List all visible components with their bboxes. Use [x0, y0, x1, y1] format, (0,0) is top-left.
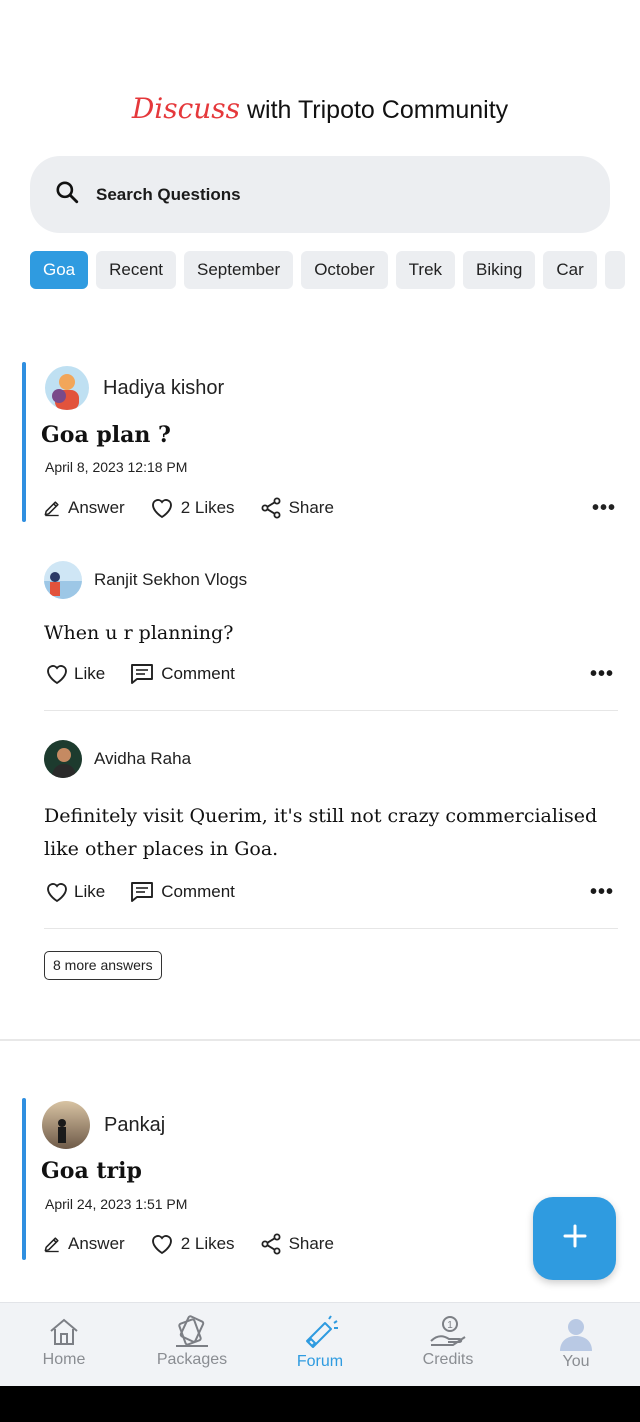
- search-input[interactable]: Search Questions: [96, 185, 241, 205]
- comment-button[interactable]: Comment: [129, 880, 235, 904]
- heart-icon: [47, 665, 67, 685]
- avatar[interactable]: [45, 366, 89, 410]
- answer-label: Answer: [68, 1234, 125, 1253]
- add-question-button[interactable]: [533, 1197, 616, 1280]
- author-name[interactable]: Pankaj: [104, 1114, 165, 1137]
- answer-item: Avidha Raha Definitely visit Querim, it'…: [44, 740, 618, 929]
- comment-label: Comment: [161, 882, 235, 901]
- author-name: Ranjit Sekhon Vlogs: [94, 570, 248, 589]
- answer-author[interactable]: Avidha Raha: [44, 740, 618, 778]
- share-icon: [261, 497, 281, 519]
- question-card[interactable]: Pankaj Goa trip April 24, 2023 1:51 PM A…: [22, 1098, 622, 1268]
- question-date: April 24, 2023 1:51 PM: [45, 1196, 188, 1212]
- chip-trek[interactable]: Trek: [395, 251, 456, 289]
- svg-text:1: 1: [447, 1320, 453, 1331]
- title-script-word: Discuss: [131, 92, 241, 125]
- comment-label: Comment: [161, 664, 235, 683]
- share-button[interactable]: Share: [259, 1232, 334, 1256]
- home-icon: [50, 1318, 78, 1345]
- heart-icon: [151, 1235, 172, 1255]
- question-actions: Answer 2 Likes Share •••: [42, 496, 622, 520]
- nav-label: Forum: [296, 1353, 344, 1370]
- answer-actions: Like Comment •••: [44, 880, 618, 904]
- more-answers-button[interactable]: 8 more answers: [44, 951, 162, 980]
- nav-packages[interactable]: Packages: [128, 1303, 256, 1386]
- more-options-icon[interactable]: •••: [590, 881, 614, 904]
- like-button[interactable]: Like: [44, 880, 105, 904]
- answer-actions: Like Comment •••: [44, 662, 618, 686]
- chip-car[interactable]: Car: [543, 251, 597, 289]
- comment-icon: [131, 664, 154, 684]
- nav-home[interactable]: Home: [0, 1303, 128, 1386]
- divider: [44, 928, 618, 929]
- answer-button[interactable]: Answer: [42, 1234, 125, 1254]
- user-icon: [560, 1319, 592, 1351]
- section-divider: [0, 1039, 640, 1041]
- answer-button[interactable]: Answer: [42, 498, 125, 518]
- nav-you[interactable]: You: [512, 1303, 640, 1386]
- question-author[interactable]: Pankaj: [42, 1101, 165, 1149]
- answer-text: When u r planning?: [44, 622, 234, 644]
- question-title[interactable]: Goa trip: [41, 1158, 142, 1184]
- page-title: Discuss with Tripoto Community: [0, 92, 640, 125]
- likes-label: 2 Likes: [180, 1234, 235, 1253]
- title-rest: with Tripoto Community: [240, 96, 509, 124]
- likes-button[interactable]: 2 Likes: [149, 1232, 235, 1256]
- answer-item: Ranjit Sekhon Vlogs When u r planning? L…: [44, 561, 618, 711]
- author-name: Avidha Raha: [94, 749, 192, 768]
- search-icon: [54, 179, 80, 210]
- plus-icon: [562, 1223, 588, 1254]
- chip-october[interactable]: October: [301, 251, 388, 289]
- question-author[interactable]: Hadiya kishor: [45, 366, 224, 410]
- chip-recent[interactable]: Recent: [96, 251, 177, 289]
- chip-goa[interactable]: Goa: [30, 251, 89, 289]
- avatar[interactable]: [44, 740, 82, 778]
- divider: [44, 710, 618, 711]
- question-actions: Answer 2 Likes Share: [42, 1232, 542, 1256]
- question-accent-bar: [22, 1098, 26, 1260]
- share-icon: [261, 1233, 281, 1255]
- author-name[interactable]: Hadiya kishor: [103, 377, 224, 400]
- pencil-icon: [44, 1237, 59, 1253]
- question-date: April 8, 2023 12:18 PM: [45, 459, 188, 475]
- chip-biking[interactable]: Biking: [463, 251, 536, 289]
- likes-button[interactable]: 2 Likes: [149, 496, 235, 520]
- share-label: Share: [288, 1234, 334, 1253]
- pencil-icon: [44, 501, 59, 517]
- nav-label: Credits: [422, 1351, 474, 1368]
- more-options-icon[interactable]: •••: [590, 663, 614, 686]
- answer-label: Answer: [68, 498, 125, 517]
- question-accent-bar: [22, 362, 26, 522]
- nav-label: Home: [42, 1351, 86, 1368]
- filter-chips: Goa Recent September October Trek Biking…: [30, 251, 640, 289]
- like-label: Like: [74, 664, 106, 683]
- avatar[interactable]: [42, 1101, 90, 1149]
- heart-icon: [47, 883, 67, 903]
- chip-overflow[interactable]: [604, 251, 625, 289]
- nav-label: Packages: [156, 1351, 228, 1368]
- chip-september[interactable]: September: [184, 251, 294, 289]
- question-title[interactable]: Goa plan ?: [41, 422, 171, 448]
- packages-icon: [176, 1315, 208, 1347]
- forum-megaphone-icon: [306, 1315, 338, 1348]
- comment-button[interactable]: Comment: [129, 662, 235, 686]
- like-button[interactable]: Like: [44, 662, 105, 686]
- nav-forum[interactable]: Forum: [256, 1303, 384, 1386]
- search-bar[interactable]: Search Questions: [30, 156, 610, 233]
- nav-label: You: [562, 1353, 590, 1370]
- heart-icon: [151, 499, 172, 519]
- credits-icon: 1: [430, 1316, 466, 1346]
- bottom-nav: Home Packages Forum 1 Credits You: [0, 1302, 640, 1386]
- answer-author[interactable]: Ranjit Sekhon Vlogs: [44, 561, 618, 599]
- like-label: Like: [74, 882, 106, 901]
- system-navigation-bar: [0, 1386, 640, 1422]
- answer-text: Definitely visit Querim, it's still not …: [44, 805, 598, 860]
- share-button[interactable]: Share: [259, 496, 334, 520]
- likes-label: 2 Likes: [180, 498, 235, 517]
- comment-icon: [131, 882, 154, 902]
- nav-credits[interactable]: 1 Credits: [384, 1303, 512, 1386]
- avatar[interactable]: [44, 561, 82, 599]
- more-options-icon[interactable]: •••: [592, 497, 616, 520]
- share-label: Share: [288, 498, 334, 517]
